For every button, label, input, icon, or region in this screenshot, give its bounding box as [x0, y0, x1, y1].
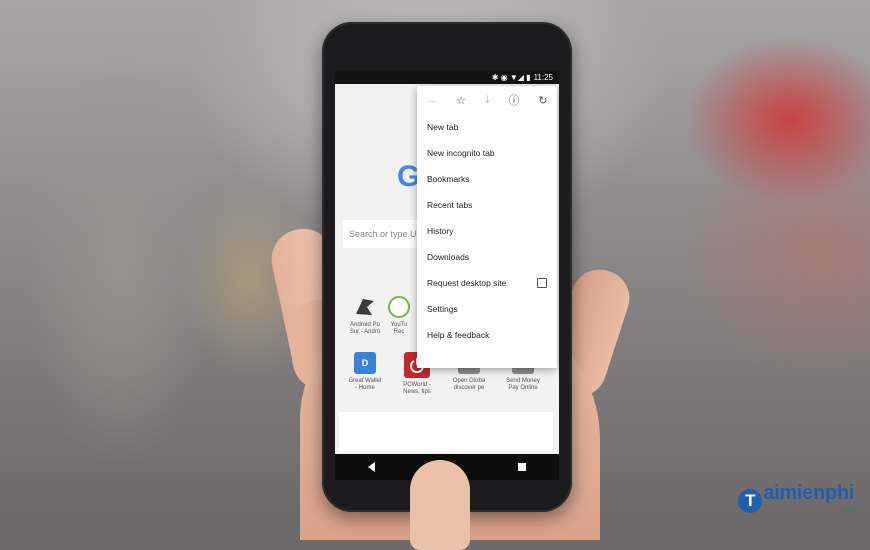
tile-label: Great Wallet - Home	[348, 378, 382, 391]
phone-screen: ✱ ◉ ▼◢ ▮ 11:25 G Search or type U Androi…	[335, 70, 559, 480]
tile-great-wallet[interactable]: D Great Wallet - Home	[343, 352, 387, 392]
forward-icon[interactable]: →	[426, 94, 437, 106]
hand-thumb	[410, 460, 470, 550]
tile-letter-badge: D	[354, 352, 376, 374]
status-time: 11:25	[533, 72, 553, 82]
overflow-menu: → ☆ ⤓ ⓘ ↻ New tab New incognito tab Book…	[417, 86, 557, 368]
menu-item-bookmarks[interactable]: Bookmarks	[417, 166, 557, 192]
watermark-brand: aimienphi	[763, 482, 854, 504]
menu-item-label: Settings	[427, 304, 458, 314]
menu-item-label: Recent tabs	[427, 200, 473, 210]
status-icons: ✱ ◉ ▼◢ ▮	[491, 72, 531, 82]
menu-item-label: New incognito tab	[427, 148, 495, 158]
desktop-site-checkbox[interactable]	[537, 278, 547, 288]
star-icon[interactable]: ☆	[456, 94, 466, 107]
refresh-icon[interactable]: ↻	[538, 94, 547, 107]
content-card	[339, 412, 553, 452]
status-bar: ✱ ◉ ▼◢ ▮ 11:25	[335, 70, 559, 84]
tile-label: Send Money Pay Online	[506, 378, 540, 391]
taimienphi-watermark: T aimienphi .vn	[738, 482, 854, 515]
menu-item-history[interactable]: History	[417, 218, 557, 244]
tile-label: PCWorld - News, tips	[403, 382, 431, 395]
menu-action-row: → ☆ ⤓ ⓘ ↻	[417, 86, 557, 114]
menu-item-label: Help & feedback	[427, 330, 490, 340]
menu-item-new-incognito-tab[interactable]: New incognito tab	[417, 140, 557, 166]
tile-label: Open Globa discover pe	[452, 378, 486, 391]
smartphone: ✱ ◉ ▼◢ ▮ 11:25 G Search or type U Androi…	[322, 22, 572, 512]
menu-item-settings[interactable]: Settings	[417, 296, 557, 322]
search-placeholder: Search or type U	[349, 229, 417, 239]
tile-youtube[interactable]: YouTu Rec	[387, 296, 411, 336]
download-icon[interactable]: ⤓	[485, 94, 490, 107]
menu-item-downloads[interactable]: Downloads	[417, 244, 557, 270]
youtube-icon	[388, 296, 410, 318]
tile-android-police[interactable]: Android Po Sur - Andro	[343, 296, 387, 336]
menu-item-label: Downloads	[427, 252, 470, 262]
recent-apps-icon[interactable]	[517, 463, 526, 471]
menu-item-label: Request desktop site	[427, 278, 507, 288]
tile-label: YouTu Rec	[390, 322, 408, 335]
back-icon[interactable]	[368, 462, 376, 472]
menu-item-recent-tabs[interactable]: Recent tabs	[417, 192, 557, 218]
menu-item-label: History	[427, 226, 454, 236]
menu-item-request-desktop-site[interactable]: Request desktop site	[417, 270, 557, 296]
menu-item-help-feedback[interactable]: Help & feedback	[417, 322, 557, 348]
menu-item-label: Bookmarks	[427, 174, 470, 184]
watermark-suffix: .vn	[840, 505, 854, 515]
tile-label: Android Po Sur - Andro	[349, 322, 381, 335]
info-icon[interactable]: ⓘ	[509, 92, 520, 108]
android-police-icon	[354, 296, 376, 318]
menu-item-new-tab[interactable]: New tab	[417, 114, 557, 140]
watermark-logo: T	[738, 489, 763, 513]
menu-item-label: New tab	[427, 122, 459, 132]
